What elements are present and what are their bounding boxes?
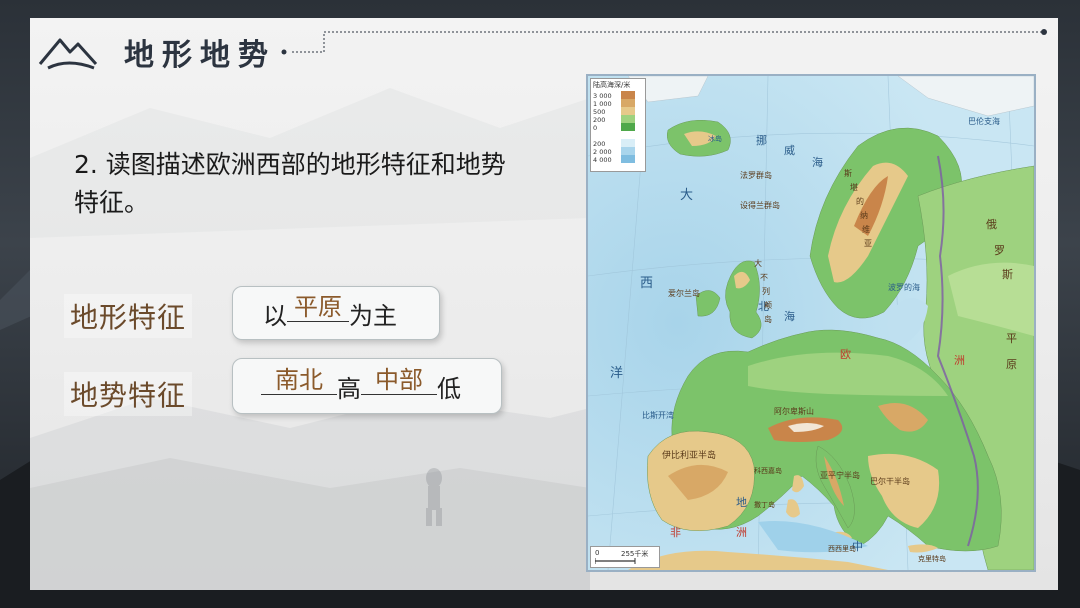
label-plain-2: 原 [1006,358,1017,371]
scale-bar [595,558,636,564]
question-text: 2. 读图描述欧洲西部的地形特征和地势特征。 [74,150,506,217]
elevation-suffix: 低 [437,374,461,403]
label-baltic: 波罗的海 [888,283,920,292]
legend-swatch-high [621,91,635,99]
legend-height-200: 200 [593,116,606,124]
label-africa-2: 洲 [736,526,747,539]
legend-swatch-upland [621,107,635,115]
title-decoration-line [281,29,1047,55]
scale-zero: 0 [595,549,600,557]
legend-title: 陆高海深/米 [593,81,631,89]
elevation-feature-label: 地势特征 [64,372,193,416]
label-africa-1: 非 [670,526,681,539]
terrain-feature-label: 地形特征 [64,294,193,338]
label-bay-biscay: 比斯开湾 [642,411,674,420]
legend-height-1000: 1 000 [593,100,612,108]
label-britain-5: 岛 [764,315,772,324]
legend-swatch-lowland [621,115,635,123]
label-britain-4: 颠 [764,301,772,310]
label-italy: 亚平宁半岛 [820,471,860,480]
label-mediterranean-1: 地 [736,496,747,509]
elevation-low-blank[interactable]: 中部 [361,366,437,395]
label-scandinavia-4: 纳 [860,211,868,220]
label-norwegian-2: 威 [784,144,795,157]
label-russia-3: 斯 [1002,268,1013,281]
label-plain-1: 平 [1006,332,1017,345]
terrain-answer-blank[interactable]: 平原 [287,293,349,322]
label-north-sea-2: 海 [784,310,795,323]
legend-depth-200: 200 [593,140,606,148]
mountain-logo-icon [38,38,98,70]
label-scandinavia-3: 的 [856,197,864,206]
label-russia-2: 罗 [994,244,1005,257]
label-corsica: 科西嘉岛 [754,467,782,475]
label-britain-3: 列 [762,287,770,296]
label-scandinavia-6: 亚 [864,239,872,248]
label-atlantic-1: 大 [680,188,694,203]
legend-depth-2000: 2 000 [593,148,612,156]
label-iceland: 冰岛 [708,135,722,143]
elevation-high-blank[interactable]: 南北 [261,366,337,395]
map-legend: 陆高海深/米 3 000 1 000 500 200 0 200 2 000 4… [590,78,646,172]
label-atlantic-2: 西 [640,276,654,291]
label-scandinavia-5: 维 [862,225,870,234]
label-barents: 巴伦支海 [968,117,1000,126]
legend-depth-4000: 4 000 [593,156,612,164]
terrain-prefix: 以 [263,301,287,330]
label-britain-1: 大 [754,259,762,268]
elevation-answer-box: 南北 高 中部 低 [232,358,502,414]
legend-height-500: 500 [593,108,606,116]
europe-physical-map: 陆高海深/米 3 000 1 000 500 200 0 200 2 000 4… [586,74,1036,572]
label-norwegian-3: 海 [812,156,823,169]
legend-swatch-deep [621,155,635,163]
label-russia-1: 俄 [986,218,997,231]
section-title: 地形地势 [124,38,276,73]
label-ireland: 爱尔兰岛 [668,289,700,298]
legend-height-3000: 3 000 [593,92,612,100]
label-crete: 克里特岛 [918,555,946,563]
label-britain-2: 不 [760,273,768,282]
label-sicily: 西西里岛 [828,545,856,553]
map-terrain-drawing [588,76,1034,570]
label-faroe: 法罗群岛 [740,171,772,180]
label-europe-2: 洲 [954,354,965,367]
label-shetland: 设得兰群岛 [740,201,780,210]
legend-height-0: 0 [593,124,598,132]
legend-swatch-mid [621,99,635,107]
label-atlantic-3: 洋 [610,366,624,381]
label-balkan: 巴尔干半岛 [870,477,910,486]
legend-swatch-shallow [621,139,635,147]
elevation-middle-text: 高 [337,374,361,403]
slide-panel: 地形地势 2. 读图描述欧洲西部的地形特征和地势特征。 地形特征 以 平原 为主… [30,18,1058,590]
map-scale: 0 255千米 [590,546,660,568]
label-sardinia: 撒丁岛 [754,501,775,509]
legend-swatch-mid-depth [621,147,635,155]
label-iberia: 伊比利亚半岛 [662,451,717,461]
label-scandinavia-2: 堪 [850,183,858,192]
label-alps: 阿尔卑斯山 [774,407,814,416]
terrain-answer-box: 以 平原 为主 [232,286,440,340]
terrain-suffix: 为主 [349,301,397,330]
label-scandinavia-1: 斯 [844,169,852,178]
legend-swatch-plain [621,123,635,131]
label-europe-1: 欧 [840,348,851,361]
label-norwegian-1: 挪 [756,134,767,147]
